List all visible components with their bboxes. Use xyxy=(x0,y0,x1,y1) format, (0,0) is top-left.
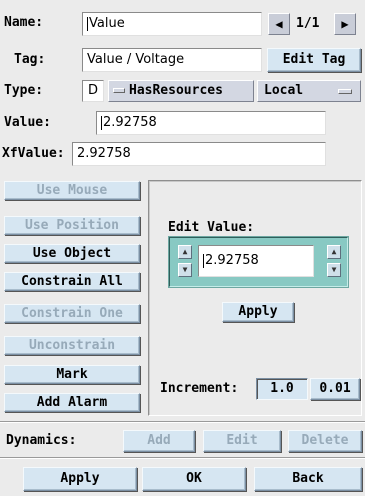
unconstrain-button[interactable]: Unconstrain xyxy=(4,336,140,355)
value-field[interactable]: 2.92758 xyxy=(96,111,326,135)
value-value: 2.92758 xyxy=(103,115,157,130)
constrain-one-button[interactable]: Constrain One xyxy=(4,304,140,323)
increment-label: Increment: xyxy=(160,381,239,396)
dynamics-label: Dynamics: xyxy=(6,433,77,448)
type-value: D xyxy=(88,83,99,98)
name-value: Value xyxy=(89,16,125,31)
previous-page-button[interactable]: ◀ xyxy=(268,13,290,35)
fast-down-arrow-button[interactable]: ▼ xyxy=(327,263,341,277)
xfvalue-value: 2.92758 xyxy=(77,146,131,161)
tag-value: Value / Voltage xyxy=(87,52,185,67)
scope-value: Local xyxy=(264,83,304,98)
edit-dynamics-button[interactable]: Edit xyxy=(203,430,281,452)
apply-value-button[interactable]: Apply xyxy=(222,302,294,322)
type-field[interactable]: D xyxy=(82,80,104,102)
apply-button[interactable]: Apply xyxy=(23,467,137,491)
down-arrow-button[interactable]: ▼ xyxy=(178,263,192,277)
name-label: Name: xyxy=(4,15,44,30)
separator xyxy=(0,421,365,423)
xfvalue-label: XfValue: xyxy=(2,146,65,161)
tag-field[interactable]: Value / Voltage xyxy=(82,48,262,72)
tag-label: Tag: xyxy=(14,52,46,67)
up-arrow-icon: ▲ xyxy=(182,247,188,256)
add-alarm-button[interactable]: Add Alarm xyxy=(4,393,140,412)
down-arrow-icon: ▼ xyxy=(182,265,188,274)
back-button[interactable]: Back xyxy=(254,467,362,491)
has-resources-toggle[interactable]: HasResources xyxy=(108,80,254,102)
up-arrow-button[interactable]: ▲ xyxy=(178,245,192,259)
scope-option-menu[interactable]: Local xyxy=(257,80,361,102)
edit-value-input[interactable]: 2.92758 xyxy=(198,245,314,277)
value-label: Value: xyxy=(4,115,51,130)
down-arrow-icon: ▼ xyxy=(331,265,337,274)
option-menu-indicator-icon xyxy=(338,89,352,94)
has-resources-label: HasResources xyxy=(129,83,223,98)
left-arrow-icon: ◀ xyxy=(275,17,283,31)
use-object-button[interactable]: Use Object xyxy=(4,244,140,263)
fast-up-arrow-button[interactable]: ▲ xyxy=(327,245,341,259)
page-indicator: 1/1 xyxy=(296,16,320,31)
name-field[interactable]: Value xyxy=(82,12,262,36)
edit-value-title: Edit Value: xyxy=(168,220,255,235)
mark-button[interactable]: Mark xyxy=(4,365,140,384)
constrain-all-button[interactable]: Constrain All xyxy=(4,272,140,291)
add-dynamics-button[interactable]: Add xyxy=(123,430,195,452)
use-mouse-button[interactable]: Use Mouse xyxy=(4,181,140,200)
text-caret xyxy=(203,253,204,268)
edit-value-value: 2.92758 xyxy=(205,253,259,268)
xfvalue-field[interactable]: 2.92758 xyxy=(72,142,326,166)
use-position-button[interactable]: Use Position xyxy=(4,216,140,235)
ok-button[interactable]: OK xyxy=(142,467,246,491)
separator xyxy=(0,457,365,459)
increment-option[interactable]: 0.01 xyxy=(310,378,360,400)
toggle-indicator-icon xyxy=(113,88,125,93)
type-label: Type: xyxy=(4,83,44,98)
next-page-button[interactable]: ▶ xyxy=(334,13,356,35)
increment-option-selected[interactable]: 1.0 xyxy=(256,378,308,400)
up-arrow-icon: ▲ xyxy=(331,247,337,256)
edit-tag-button[interactable]: Edit Tag xyxy=(267,48,361,72)
text-caret xyxy=(87,16,88,31)
right-arrow-icon: ▶ xyxy=(341,17,349,31)
text-caret xyxy=(101,115,102,130)
delete-dynamics-button[interactable]: Delete xyxy=(288,430,362,452)
